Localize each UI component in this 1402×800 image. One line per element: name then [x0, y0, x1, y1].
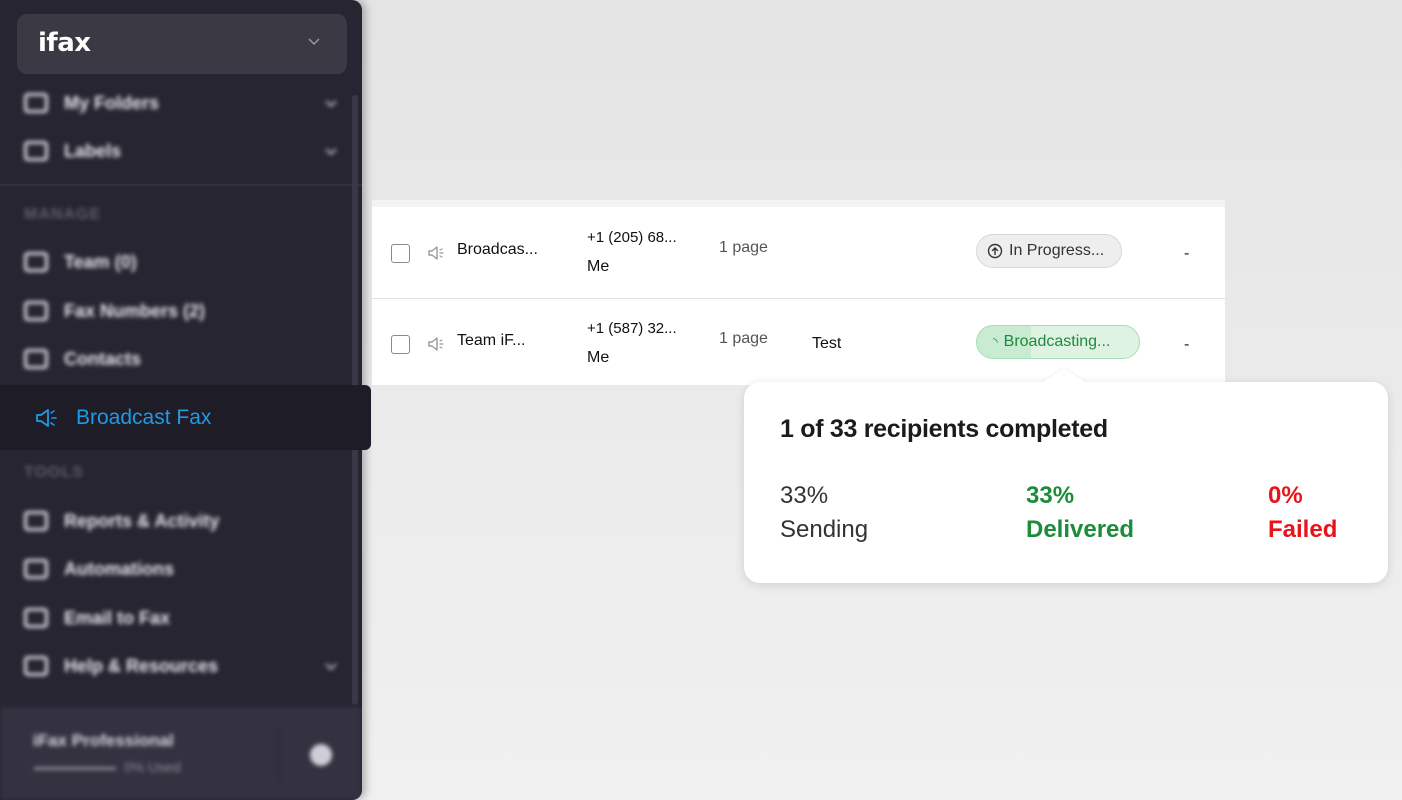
sidebar-item-label: Labels: [64, 140, 122, 161]
label-icon: [24, 141, 48, 161]
fax-table: Broadcas... +1 (205) 68... Me 1 page In …: [372, 200, 1225, 385]
sidebar-item-automations[interactable]: Automations: [24, 555, 174, 583]
sidebar-item-labels[interactable]: Labels: [24, 137, 337, 165]
fax-name[interactable]: Team iF...: [457, 332, 525, 350]
upload-circle-icon: [987, 243, 1003, 259]
stat-percent: 0%: [1268, 482, 1303, 509]
stat-delivered: 33% Delivered: [1026, 482, 1134, 544]
sidebar-item-team[interactable]: Team (0): [24, 248, 137, 276]
fax-name[interactable]: Broadcas...: [457, 241, 538, 259]
sidebar-item-help[interactable]: Help & Resources: [24, 652, 337, 680]
usage-text: 0% Used: [124, 759, 181, 775]
table-row[interactable]: Broadcas... +1 (205) 68... Me 1 page In …: [372, 207, 1225, 299]
sidebar-item-fax-numbers[interactable]: Fax Numbers (2): [24, 297, 205, 325]
megaphone-icon: [36, 408, 57, 427]
automations-icon: [24, 559, 48, 579]
stat-label: Sending: [780, 516, 869, 543]
sidebar-item-label: Team (0): [64, 251, 137, 272]
sidebar-item-label: My Folders: [64, 92, 160, 113]
page-count: 1 page: [719, 239, 768, 256]
stat-label: Delivered: [1026, 516, 1135, 543]
status-badge[interactable]: ◝ Broadcasting...: [976, 325, 1140, 359]
sidebar-item-label: Email to Fax: [64, 607, 171, 628]
status-text: Broadcasting...: [1003, 333, 1111, 350]
chevron-down-icon: [325, 148, 337, 156]
status-text: In Progress...: [1009, 242, 1105, 259]
sidebar-item-broadcast-fax[interactable]: Broadcast Fax: [0, 385, 371, 450]
sidebar-item-label: Contacts: [64, 348, 142, 369]
reports-icon: [24, 511, 48, 531]
popover-caret: [1040, 368, 1088, 384]
team-icon: [24, 252, 48, 272]
fax-number: +1 (205) 68...: [587, 229, 677, 246]
fax-number: +1 (587) 32...: [587, 320, 677, 337]
sidebar-item-label: Fax Numbers (2): [64, 300, 206, 321]
row-checkbox[interactable]: [391, 244, 410, 263]
account-switcher[interactable]: ifax: [17, 14, 347, 74]
usage-bar: [34, 767, 116, 770]
fax-sender: Me: [587, 349, 610, 366]
sidebar-item-label: Automations: [64, 558, 174, 579]
fax-sender: Me: [587, 258, 610, 275]
row-extra: -: [1184, 245, 1190, 262]
email-icon: [24, 608, 48, 628]
status-badge[interactable]: In Progress...: [976, 234, 1122, 268]
megaphone-icon: [428, 337, 444, 351]
row-checkbox[interactable]: [391, 335, 410, 354]
sidebar-item-label: Reports & Activity: [64, 510, 220, 531]
fax-subject: Test: [812, 335, 842, 352]
sidebar-divider: [0, 184, 362, 186]
row-extra: -: [1184, 336, 1190, 353]
gear-icon[interactable]: [310, 744, 332, 766]
sidebar-item-label: Broadcast Fax: [76, 405, 212, 429]
plan-name: iFax Professional: [33, 731, 174, 750]
sidebar-item-email-to-fax[interactable]: Email to Fax: [24, 604, 170, 632]
table-top-strip: [372, 200, 1225, 207]
page-count: 1 page: [719, 330, 768, 347]
broadcast-progress-popover: 1 of 33 recipients completed 33% Sending…: [744, 368, 1388, 583]
stat-failed: 0% Failed: [1268, 482, 1337, 544]
sidebar-item-reports[interactable]: Reports & Activity: [24, 507, 219, 535]
chevron-down-icon: [308, 38, 320, 46]
plan-divider: [278, 725, 280, 783]
stat-percent: 33%: [780, 482, 829, 509]
tools-header: TOOLS: [24, 464, 84, 481]
stat-sending: 33% Sending: [780, 482, 868, 544]
sidebar-item-contacts[interactable]: Contacts: [24, 345, 141, 373]
ifax-logo: ifax: [38, 28, 91, 58]
stat-label: Failed: [1268, 516, 1338, 543]
help-icon: [24, 656, 48, 676]
table-row[interactable]: Team iF... +1 (587) 32... Me 1 page Test…: [372, 299, 1225, 385]
spinner-icon: ◝: [993, 335, 998, 349]
megaphone-icon: [428, 246, 444, 260]
fax-numbers-icon: [24, 301, 48, 321]
stat-percent: 33%: [1026, 482, 1075, 509]
sidebar-item-my-folders[interactable]: My Folders: [24, 89, 337, 117]
manage-header: MANAGE: [24, 206, 102, 223]
chevron-down-icon: [325, 663, 337, 671]
plan-panel: iFax Professional 0% Used: [0, 707, 362, 800]
popover-title: 1 of 33 recipients completed: [780, 415, 1108, 443]
contacts-icon: [24, 349, 48, 369]
chevron-down-icon: [325, 100, 337, 108]
sidebar-item-label: Help & Resources: [64, 655, 219, 676]
folder-icon: [24, 93, 48, 113]
